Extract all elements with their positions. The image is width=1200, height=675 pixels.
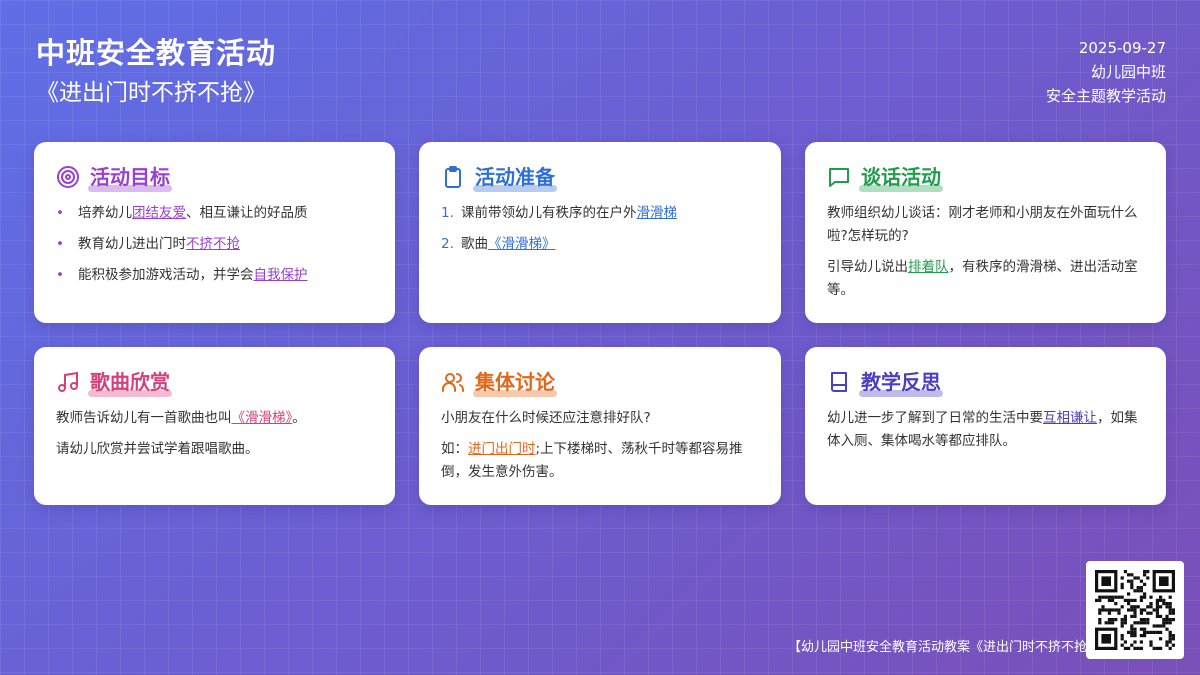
page-title: 中班安全教育活动 bbox=[36, 36, 277, 70]
talk-paragraph-1: 教师组织幼儿谈话：刚才老师和小朋友在外面玩什么啦?怎样玩的? bbox=[827, 205, 1138, 244]
card-activity-goals: 活动目标 • 培养幼儿团结友爱、相互谦让的好品质 • 教育幼儿进出门时不挤不抢 • 能… bbox=[34, 142, 395, 323]
keyword-link[interactable]: 进门出门时 bbox=[468, 441, 536, 457]
keyword-link[interactable]: 排着队 bbox=[908, 259, 949, 275]
header-meta: 2025-09-27 幼儿园中班 安全主题教学活动 bbox=[1046, 36, 1166, 108]
theme-label: 安全主题教学活动 bbox=[1045, 87, 1166, 105]
song-paragraph-1: 教师告诉幼儿有一首歌曲也叫《滑滑梯》。 bbox=[56, 410, 306, 426]
card-title-talk: 谈话活动 bbox=[859, 162, 943, 192]
keyword-link[interactable]: 不挤不抢 bbox=[186, 236, 240, 252]
keyword-link[interactable]: 团结友爱 bbox=[132, 205, 186, 221]
date-label: 2025-09-27 bbox=[1078, 39, 1166, 57]
list-item: • 培养幼儿团结友爱、相互谦让的好品质 bbox=[56, 205, 308, 221]
goals-list: • 培养幼儿团结友爱、相互谦让的好品质 • 教育幼儿进出门时不挤不抢 • 能积极参加游… bbox=[56, 202, 373, 286]
card-group-discussion: 集体讨论 小朋友在什么时候还应注意排好队? 如：进门出门时;上下楼梯时、荡秋千时… bbox=[419, 347, 781, 505]
card-talk-activity: 谈话活动 教师组织幼儿谈话：刚才老师和小朋友在外面玩什么啦?怎样玩的? 引导幼儿… bbox=[805, 142, 1166, 323]
card-title-song: 歌曲欣赏 bbox=[88, 367, 172, 397]
keyword-link[interactable]: 自我保护 bbox=[254, 267, 308, 283]
card-teaching-reflection: 教学反思 幼儿进一步了解到了日常的生活中要互相谦让，如集体入厕、集体喝水等都应排… bbox=[805, 347, 1166, 505]
users-icon bbox=[441, 370, 465, 394]
book-icon bbox=[827, 370, 851, 394]
footer-caption: 【幼儿园中班安全教育活动教案《进出门时不挤不抢》】 bbox=[788, 640, 1088, 655]
clipboard-icon bbox=[441, 165, 465, 189]
qr-code-graphic bbox=[1095, 570, 1175, 650]
chat-bubble-icon bbox=[827, 165, 851, 189]
card-title-reflect: 教学反思 bbox=[859, 367, 943, 397]
card-title-goals: 活动目标 bbox=[88, 162, 172, 192]
list-item: 2. 歌曲《滑滑梯》 bbox=[441, 236, 556, 252]
qr-code-icon[interactable] bbox=[1086, 561, 1184, 659]
target-icon bbox=[56, 165, 80, 189]
list-item: • 能积极参加游戏活动，并学会自我保护 bbox=[56, 267, 308, 283]
keyword-link[interactable]: 《滑滑梯》 bbox=[232, 410, 293, 426]
list-item: 1. 课前带领幼儿有秩序的在户外滑滑梯 bbox=[441, 205, 678, 221]
talk-paragraph-2: 引导幼儿说出排着队，有秩序的滑滑梯、进出活动室等。 bbox=[827, 259, 1138, 298]
page-subtitle: 《进出门时不挤不抢》 bbox=[36, 80, 266, 106]
card-activity-prep: 活动准备 1. 课前带领幼儿有秩序的在户外滑滑梯 2. 歌曲《滑滑梯》 bbox=[419, 142, 781, 323]
song-paragraph-2: 请幼儿欣赏并尝试学着跟唱歌曲。 bbox=[56, 441, 259, 457]
discuss-paragraph-1: 小朋友在什么时候还应注意排好队? bbox=[441, 410, 651, 426]
prep-list: 1. 课前带领幼儿有秩序的在户外滑滑梯 2. 歌曲《滑滑梯》 bbox=[441, 202, 759, 255]
keyword-link[interactable]: 互相谦让 bbox=[1043, 410, 1097, 426]
class-label: 幼儿园中班 bbox=[1090, 63, 1166, 81]
keyword-link[interactable]: 滑滑梯 bbox=[637, 205, 678, 221]
music-note-icon bbox=[56, 370, 80, 394]
discuss-paragraph-2: 如：进门出门时;上下楼梯时、荡秋千时等都容易推倒，发生意外伤害。 bbox=[441, 441, 743, 480]
card-title-prep: 活动准备 bbox=[473, 162, 557, 192]
header: 中班安全教育活动 《进出门时不挤不抢》 bbox=[36, 34, 276, 108]
list-item: • 教育幼儿进出门时不挤不抢 bbox=[56, 236, 240, 252]
card-song-appreciation: 歌曲欣赏 教师告诉幼儿有一首歌曲也叫《滑滑梯》。 请幼儿欣赏并尝试学着跟唱歌曲。 bbox=[34, 347, 395, 505]
keyword-link[interactable]: 《滑滑梯》 bbox=[488, 236, 556, 252]
reflect-paragraph-1: 幼儿进一步了解到了日常的生活中要互相谦让，如集体入厕、集体喝水等都应排队。 bbox=[827, 410, 1138, 449]
card-title-discuss: 集体讨论 bbox=[473, 367, 557, 397]
